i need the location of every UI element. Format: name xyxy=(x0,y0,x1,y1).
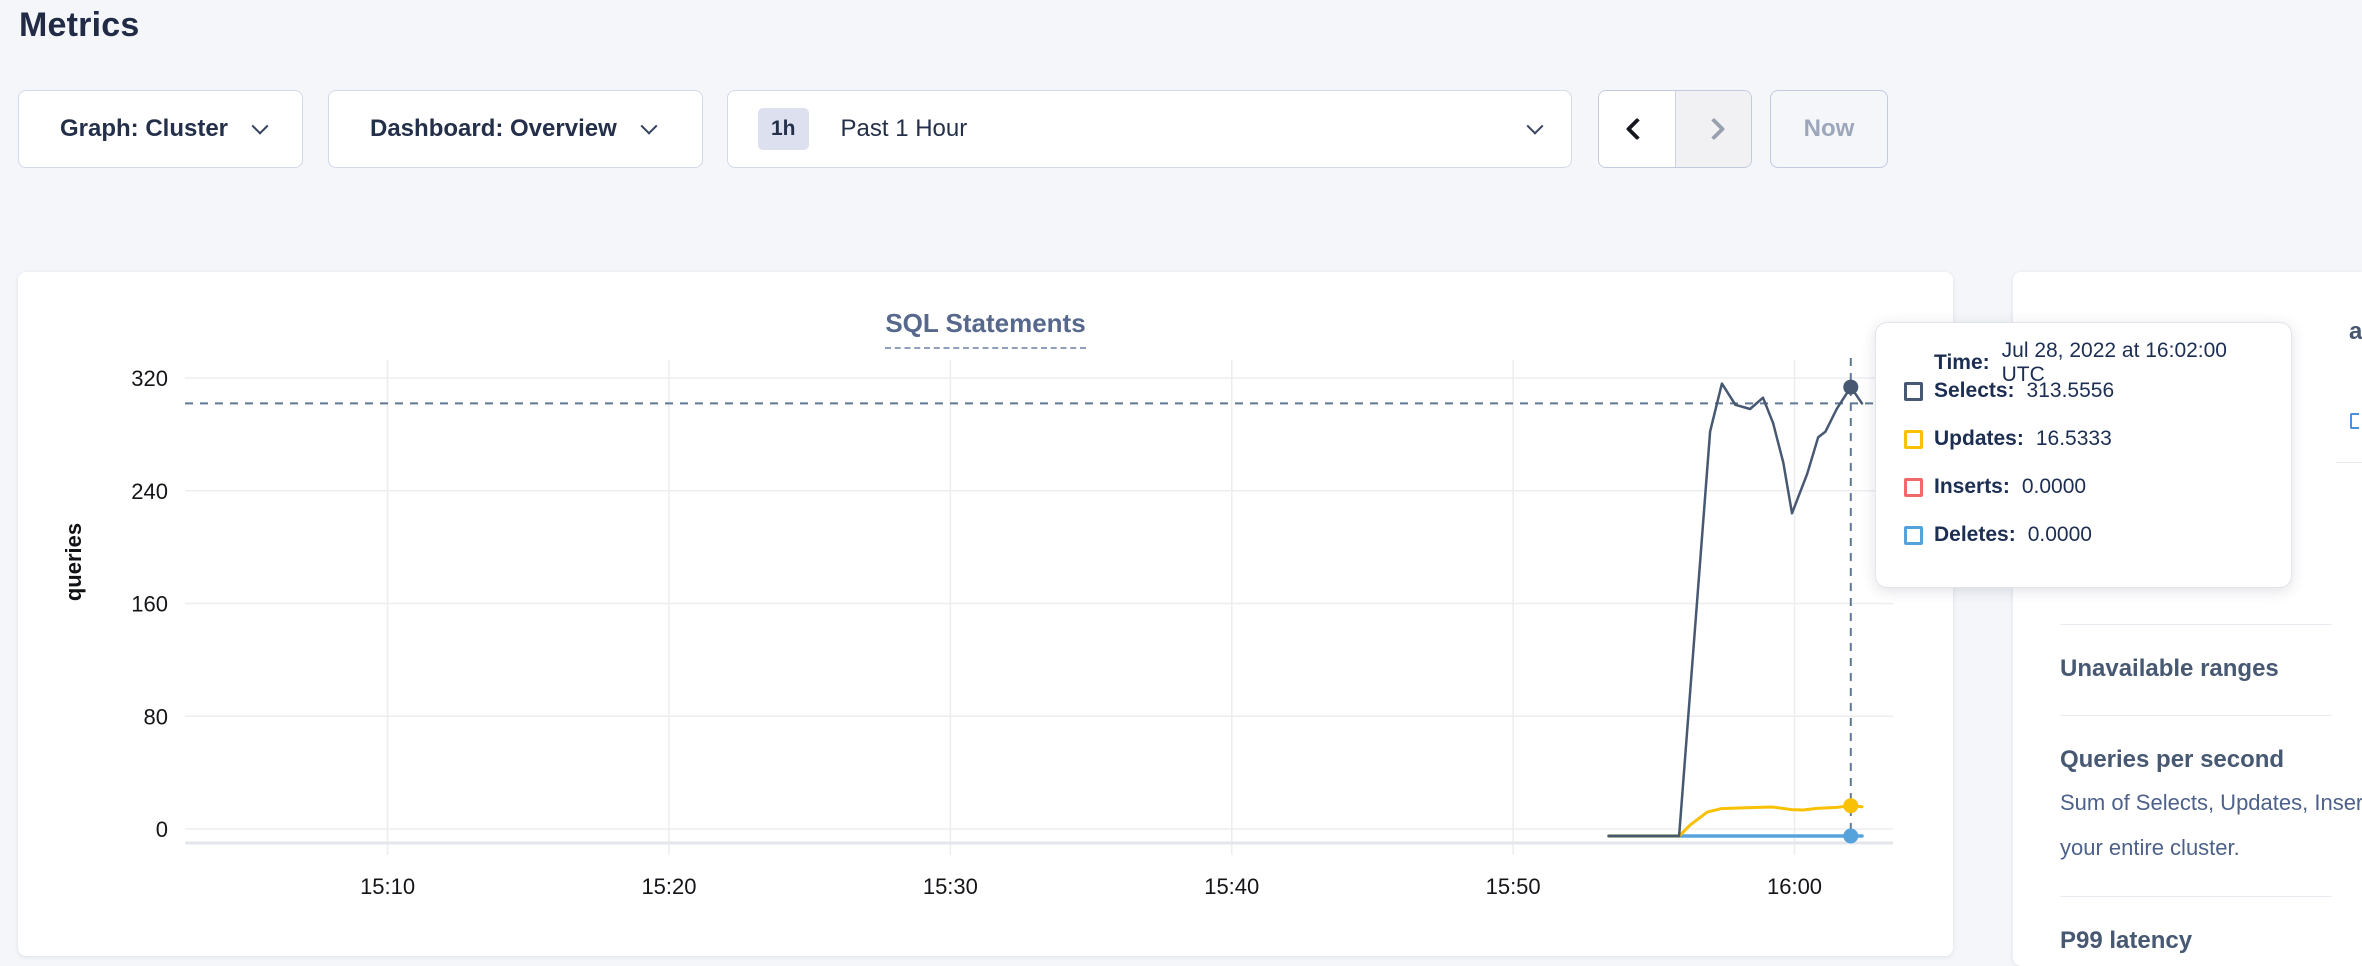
tooltip-series-value: 16.5333 xyxy=(2036,427,2112,451)
y-tick-label: 80 xyxy=(144,704,168,729)
x-tick-label: 15:40 xyxy=(1204,874,1259,899)
chevron-down-icon xyxy=(252,118,269,135)
series-swatch-icon-inserts xyxy=(1904,478,1923,497)
x-tick-label: 15:50 xyxy=(1486,874,1541,899)
sidebar-divider xyxy=(2060,715,2332,716)
chevron-left-icon xyxy=(1626,118,1649,141)
tooltip-series-label: Selects: xyxy=(1934,379,2015,403)
sidebar-section-heading[interactable]: P99 latency xyxy=(2060,927,2362,955)
x-tick-label: 15:20 xyxy=(641,874,696,899)
sidebar-section-description: your entire cluster. xyxy=(2060,831,2362,864)
chevron-down-icon xyxy=(640,118,657,135)
series-line-selects xyxy=(1609,384,1862,836)
tooltip-series-row-deletes: Deletes: 0.0000 xyxy=(1904,521,2271,549)
tooltip-series-value: 0.0000 xyxy=(2028,523,2092,547)
sidebar-divider xyxy=(2336,462,2362,463)
x-tick-label: 16:00 xyxy=(1767,874,1822,899)
y-tick-label: 0 xyxy=(156,817,168,842)
chevron-right-icon xyxy=(1702,118,1725,141)
hover-dot-updates xyxy=(1843,798,1858,813)
sidebar-section-description: Sum of Selects, Updates, Inser xyxy=(2060,786,2362,819)
tooltip-time-row: Time: Jul 28, 2022 at 16:02:00 UTC xyxy=(1904,349,2271,377)
y-tick-label: 320 xyxy=(131,366,168,391)
next-time-button[interactable] xyxy=(1675,91,1751,167)
y-axis-label: queries xyxy=(61,523,87,601)
page-title: Metrics xyxy=(19,6,139,45)
series-swatch-icon-deletes xyxy=(1904,526,1923,545)
dashboard-dropdown[interactable]: Dashboard: Overview xyxy=(328,90,703,168)
sidebar-divider xyxy=(2060,896,2332,897)
y-tick-label: 240 xyxy=(131,479,168,504)
tooltip-time-label: Time: xyxy=(1934,351,1990,375)
tooltip-series-value: 313.5556 xyxy=(2027,379,2115,403)
tooltip-series-label: Inserts: xyxy=(1934,475,2010,499)
series-line-updates xyxy=(1609,806,1862,836)
x-tick-label: 15:30 xyxy=(923,874,978,899)
clipped-link-fragment xyxy=(2350,413,2359,429)
time-range-label: Past 1 Hour xyxy=(841,115,968,143)
time-nav-group xyxy=(1598,90,1752,168)
clipped-text-fragment: a xyxy=(2349,318,2362,346)
now-button[interactable]: Now xyxy=(1770,90,1888,168)
dashboard-dropdown-label: Dashboard: Overview xyxy=(370,115,617,143)
sidebar-section: Unavailable ranges xyxy=(2060,655,2362,715)
chart-title[interactable]: SQL Statements xyxy=(885,308,1085,349)
hover-dot-deletes xyxy=(1843,829,1858,844)
sidebar-section-heading[interactable]: Unavailable ranges xyxy=(2060,655,2362,683)
sidebar-section: P99 latency xyxy=(2060,927,2362,966)
time-range-badge: 1h xyxy=(758,108,809,150)
y-tick-label: 160 xyxy=(131,592,168,617)
series-swatch-icon-updates xyxy=(1904,430,1923,449)
graph-dropdown-label: Graph: Cluster xyxy=(60,115,228,143)
chart-tooltip: Time: Jul 28, 2022 at 16:02:00 UTC Selec… xyxy=(1875,322,2292,588)
sidebar-section: Queries per second Sum of Selects, Update… xyxy=(2060,746,2362,896)
x-tick-label: 15:10 xyxy=(360,874,415,899)
hover-dot-selects xyxy=(1843,380,1858,395)
graph-dropdown[interactable]: Graph: Cluster xyxy=(18,90,303,168)
tooltip-series-label: Updates: xyxy=(1934,427,2024,451)
chevron-down-icon xyxy=(1527,118,1544,135)
prev-time-button[interactable] xyxy=(1599,91,1675,167)
tooltip-series-row-updates: Updates: 16.5333 xyxy=(1904,425,2271,453)
tooltip-series-label: Deletes: xyxy=(1934,523,2016,547)
tooltip-series-row-inserts: Inserts: 0.0000 xyxy=(1904,473,2271,501)
sql-statements-chart-panel: 0 80 160 240 320 15:10 15:20 15:30 15:40 15:50 16:… xyxy=(18,272,1953,956)
time-range-selector[interactable]: 1h Past 1 Hour xyxy=(727,90,1572,168)
tooltip-series-value: 0.0000 xyxy=(2022,475,2086,499)
sidebar-section-heading[interactable]: Queries per second xyxy=(2060,746,2362,774)
series-swatch-icon-selects xyxy=(1904,382,1923,401)
sql-statements-chart[interactable]: 0 80 160 240 320 15:10 15:20 15:30 15:40 15:50 16:… xyxy=(18,272,1953,956)
sidebar-divider xyxy=(2060,624,2332,625)
